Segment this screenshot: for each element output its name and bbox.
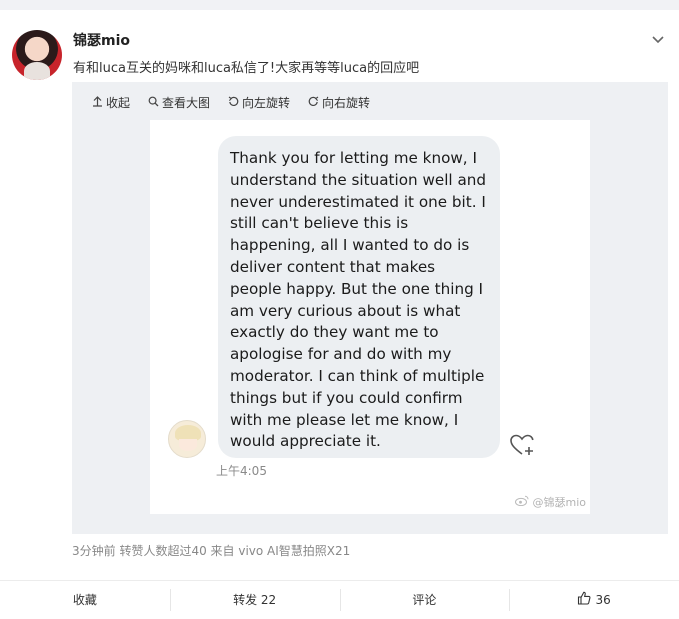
post-meta: 3分钟前 转赞人数超过40 来自 vivo AI智慧拍照X21: [72, 544, 351, 558]
view-large-button[interactable]: 查看大图: [148, 94, 210, 111]
collapse-arrow-icon: [92, 95, 103, 110]
search-icon: [148, 96, 159, 110]
view-large-label: 查看大图: [162, 96, 211, 110]
rotate-right-label: 向右旋转: [322, 96, 371, 110]
weibo-post-card: 锦瑟mio 有和luca互关的妈咪和luca私信了!大家再等等luca的回应吧 …: [0, 10, 679, 619]
repost-label: 转发 22: [233, 593, 277, 607]
image-viewer: 收起 查看大图 向左旋转 向右旋转 Thank you for letting …: [72, 82, 668, 534]
favorite-button[interactable]: 收藏: [0, 581, 170, 618]
watermark: @锦瑟mio: [515, 494, 586, 510]
like-button[interactable]: 36: [509, 581, 679, 618]
thumbs-up-icon: [577, 591, 591, 608]
weibo-icon: [515, 495, 529, 509]
rotate-right-button[interactable]: 向右旋转: [308, 94, 370, 111]
watermark-text: @锦瑟mio: [532, 496, 586, 509]
rotate-right-icon: [308, 96, 319, 110]
comment-button[interactable]: 评论: [339, 581, 510, 618]
like-count: 36: [595, 592, 611, 607]
chat-bubble: Thank you for letting me know, I underst…: [218, 136, 500, 458]
heart-plus-icon: [508, 432, 536, 458]
repost-button[interactable]: 转发 22: [169, 581, 340, 618]
rotate-left-icon: [228, 96, 239, 110]
comment-label: 评论: [412, 593, 437, 607]
collapse-button[interactable]: 收起: [92, 94, 130, 111]
chevron-down-icon[interactable]: [649, 30, 667, 48]
username[interactable]: 锦瑟mio: [73, 30, 130, 50]
chat-timestamp: 上午4:05: [216, 464, 267, 478]
collapse-label: 收起: [106, 96, 131, 110]
favorite-label: 收藏: [72, 593, 97, 607]
chat-message: Thank you for letting me know, I underst…: [230, 149, 487, 451]
action-bar: 收藏 转发 22 评论 36: [0, 580, 679, 618]
post-text: 有和luca互关的妈咪和luca私信了!大家再等等luca的回应吧: [73, 61, 420, 76]
rotate-left-label: 向左旋转: [242, 96, 291, 110]
user-avatar[interactable]: [12, 30, 62, 80]
rotate-left-button[interactable]: 向左旋转: [228, 94, 290, 111]
chat-avatar: [168, 420, 206, 458]
post-image[interactable]: Thank you for letting me know, I underst…: [150, 120, 590, 514]
image-toolbar: 收起 查看大图 向左旋转 向右旋转: [92, 94, 370, 111]
